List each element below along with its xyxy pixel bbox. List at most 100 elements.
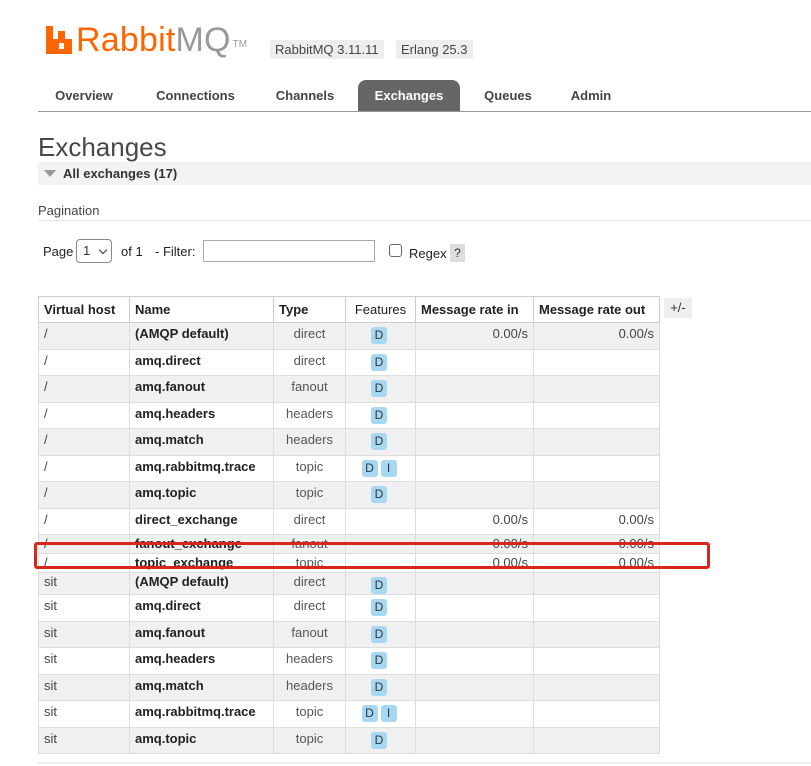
- feature-badge-durable: D: [371, 406, 387, 424]
- feature-badge-durable: D: [371, 486, 387, 503]
- cell-exchange-name[interactable]: amq.topic: [129, 481, 274, 509]
- table-row[interactable]: sit amq.match headers D: [38, 673, 660, 701]
- table-row[interactable]: / fanout_exchange fanout 0.00/s 0.00/s: [38, 534, 660, 554]
- table-row[interactable]: / direct_exchange direct 0.00/s 0.00/s: [38, 507, 660, 535]
- logo-text-primary: Rabbit: [76, 21, 176, 59]
- cell-type: direct: [273, 594, 346, 622]
- cell-exchange-name[interactable]: amq.topic: [129, 726, 274, 754]
- table-row[interactable]: / topic_exchange topic 0.00/s 0.00/s: [38, 553, 660, 573]
- cell-exchange-name[interactable]: amq.headers: [129, 647, 274, 675]
- rabbitmq-logo[interactable]: RabbitMQ TM: [46, 20, 247, 60]
- cell-features: D: [345, 428, 416, 456]
- header: RabbitMQ TM RabbitMQ 3.11.11 Erlang 25.3: [46, 20, 786, 60]
- cell-exchange-name[interactable]: direct_exchange: [129, 507, 274, 535]
- cell-exchange-name[interactable]: amq.headers: [129, 401, 274, 429]
- cell-features: D: [345, 401, 416, 429]
- table-row[interactable]: / amq.topic topic D: [38, 481, 660, 509]
- pagination-divider: [38, 220, 811, 221]
- cell-exchange-name[interactable]: topic_exchange: [129, 553, 274, 573]
- cell-type: direct: [273, 348, 346, 376]
- cell-message-rate-out: [533, 673, 660, 701]
- page-of-label: of 1: [121, 244, 143, 259]
- tab-queues[interactable]: Queues: [468, 80, 548, 111]
- feature-badge-durable: D: [361, 459, 378, 477]
- cell-message-rate-in: 0.00/s: [415, 534, 534, 554]
- section-label: All exchanges (17): [63, 166, 178, 181]
- tab-admin[interactable]: Admin: [556, 80, 626, 111]
- tab-exchanges[interactable]: Exchanges: [358, 80, 460, 111]
- cell-features: D: [345, 481, 416, 509]
- table-row[interactable]: sit amq.fanout fanout D: [38, 620, 660, 648]
- cell-exchange-name[interactable]: amq.direct: [129, 348, 274, 376]
- cell-message-rate-out: [533, 375, 660, 403]
- exchanges-table-body: / (AMQP default) direct D 0.00/s 0.00/s / amq.d…: [38, 322, 660, 754]
- table-row[interactable]: / amq.rabbitmq.trace topic D I: [38, 454, 660, 482]
- cell-exchange-name[interactable]: amq.fanout: [129, 375, 274, 403]
- cell-type: direct: [273, 322, 346, 350]
- table-row[interactable]: sit amq.direct direct D: [38, 594, 660, 622]
- cell-type: fanout: [273, 534, 346, 554]
- table-row[interactable]: sit (AMQP default) direct D: [38, 572, 660, 595]
- tab-overview[interactable]: Overview: [38, 80, 130, 111]
- table-row[interactable]: sit amq.rabbitmq.trace topic D I: [38, 700, 660, 728]
- table-row[interactable]: / amq.match headers D: [38, 428, 660, 456]
- column-header-message-rate-in[interactable]: Message rate in: [415, 296, 534, 323]
- cell-virtual-host: sit: [38, 594, 130, 622]
- cell-type: topic: [273, 481, 346, 509]
- regex-checkbox[interactable]: [389, 244, 402, 257]
- column-header-name[interactable]: Name: [129, 296, 274, 323]
- cell-virtual-host: sit: [38, 620, 130, 648]
- regex-help-button[interactable]: ?: [450, 244, 465, 262]
- column-header-type[interactable]: Type: [273, 296, 346, 323]
- cell-message-rate-in: [415, 647, 534, 675]
- table-row[interactable]: sit amq.headers headers D: [38, 647, 660, 675]
- cell-exchange-name[interactable]: amq.rabbitmq.trace: [129, 700, 274, 728]
- table-row[interactable]: / amq.fanout fanout D: [38, 375, 660, 403]
- cell-message-rate-in: 0.00/s: [415, 553, 534, 573]
- cell-message-rate-out: 0.00/s: [533, 322, 660, 350]
- cell-exchange-name[interactable]: (AMQP default): [129, 572, 274, 595]
- cell-virtual-host: sit: [38, 700, 130, 728]
- cell-exchange-name[interactable]: (AMQP default): [129, 322, 274, 350]
- column-header-message-rate-out[interactable]: Message rate out: [533, 296, 660, 323]
- cell-message-rate-in: [415, 572, 534, 595]
- page-select[interactable]: 1: [76, 239, 112, 263]
- cell-virtual-host: /: [38, 481, 130, 509]
- table-row[interactable]: / amq.direct direct D: [38, 348, 660, 376]
- cell-type: topic: [273, 553, 346, 573]
- cell-message-rate-out: [533, 428, 660, 456]
- feature-badge-internal: I: [380, 459, 397, 477]
- cell-exchange-name[interactable]: amq.match: [129, 673, 274, 701]
- cell-features: [345, 507, 416, 535]
- cell-type: topic: [273, 726, 346, 754]
- cell-message-rate-in: [415, 348, 534, 376]
- cell-exchange-name[interactable]: amq.fanout: [129, 620, 274, 648]
- tab-connections[interactable]: Connections: [138, 80, 253, 111]
- cell-type: direct: [273, 572, 346, 595]
- table-row[interactable]: sit amq.topic topic D: [38, 726, 660, 754]
- cell-virtual-host: /: [38, 534, 130, 554]
- table-row[interactable]: / amq.headers headers D: [38, 401, 660, 429]
- all-exchanges-toggle[interactable]: All exchanges (17): [38, 162, 811, 185]
- page-select-value: 1: [83, 243, 91, 258]
- bottom-divider: [38, 762, 811, 764]
- cell-exchange-name[interactable]: fanout_exchange: [129, 534, 274, 554]
- pagination-title: Pagination: [38, 203, 100, 218]
- table-header-row: Virtual host Name Type Features Message …: [38, 296, 660, 323]
- feature-badge-durable: D: [371, 327, 387, 344]
- cell-features: D: [345, 375, 416, 403]
- cell-exchange-name[interactable]: amq.direct: [129, 594, 274, 622]
- cell-features: D: [345, 572, 416, 595]
- cell-message-rate-in: [415, 700, 534, 728]
- cell-exchange-name[interactable]: amq.rabbitmq.trace: [129, 454, 274, 482]
- filter-input[interactable]: [203, 240, 375, 262]
- cell-features: D: [345, 322, 416, 350]
- cell-exchange-name[interactable]: amq.match: [129, 428, 274, 456]
- column-header-virtual-host[interactable]: Virtual host: [38, 296, 130, 323]
- table-row[interactable]: / (AMQP default) direct D 0.00/s 0.00/s: [38, 322, 660, 350]
- cell-message-rate-out: [533, 647, 660, 675]
- cell-type: headers: [273, 401, 346, 429]
- tab-channels[interactable]: Channels: [260, 80, 350, 111]
- logo-trademark: TM: [232, 39, 248, 50]
- column-toggle-button[interactable]: +/-: [664, 298, 692, 318]
